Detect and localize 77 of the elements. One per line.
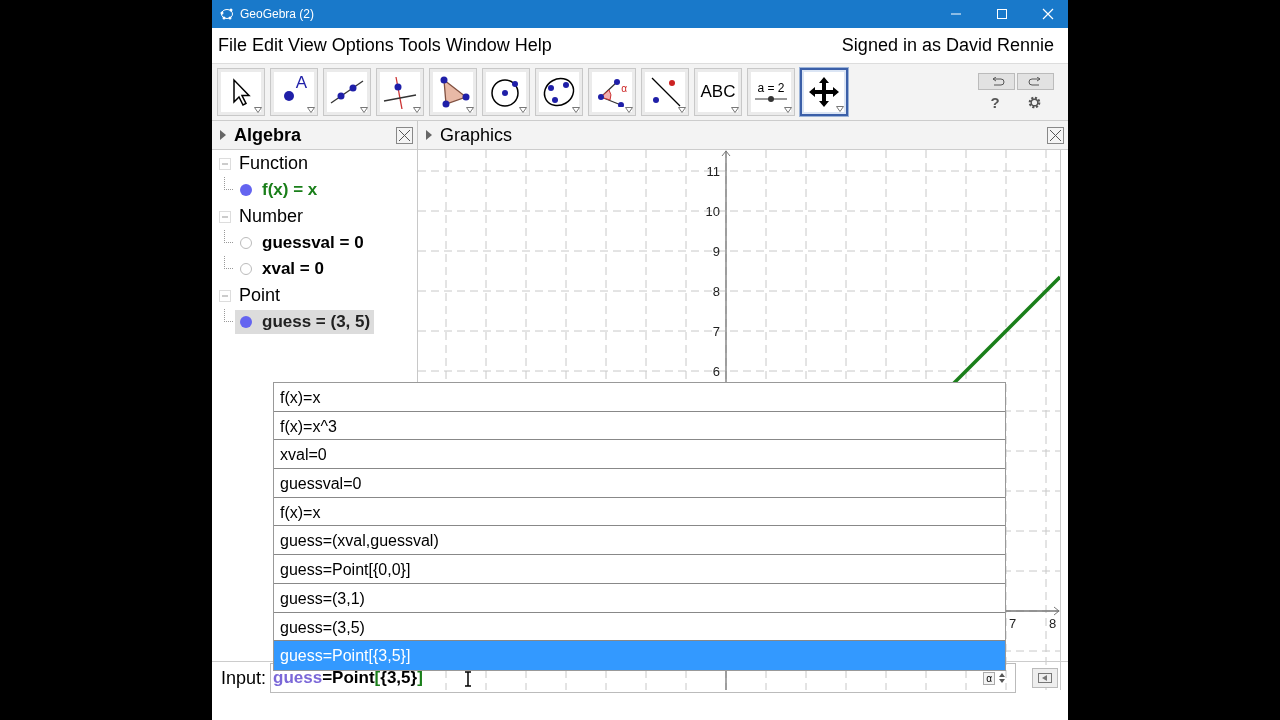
algebra-item[interactable]: guess = (3, 5) <box>235 309 375 334</box>
axis-label: 8 <box>712 284 720 299</box>
menu-item[interactable]: File <box>218 35 247 56</box>
close-icon[interactable] <box>396 126 413 144</box>
history-item[interactable]: xval=0 <box>274 440 1005 470</box>
tool-button[interactable]: a = 2 <box>747 68 795 116</box>
algebra-item[interactable]: f(x) = x <box>235 177 322 202</box>
maximize-icon[interactable] <box>996 8 1008 20</box>
dropdown-arrow-icon <box>307 107 315 113</box>
history-item[interactable]: guess=Point[{0,0}] <box>274 555 1005 584</box>
redo-button[interactable] <box>1017 73 1054 90</box>
axis-label: 7 <box>712 324 720 339</box>
history-item[interactable]: f(x)=x <box>274 497 1005 527</box>
axis-label: 7 <box>1009 616 1017 631</box>
dropdown-arrow-icon <box>413 107 421 113</box>
axis-label: 6 <box>712 364 720 379</box>
dropdown-arrow-icon <box>466 107 474 113</box>
visibility-dot[interactable] <box>239 182 253 197</box>
symbol-button[interactable]: α <box>983 671 995 685</box>
dropdown-arrow-icon <box>519 107 527 113</box>
menu-item[interactable]: Help <box>514 35 552 56</box>
help-button[interactable]: ? <box>990 94 1000 111</box>
dropdown-arrow-icon <box>678 107 686 113</box>
tool-button[interactable]: A <box>270 68 318 116</box>
undo-button[interactable] <box>978 73 1015 90</box>
menu-item[interactable]: Options <box>331 35 394 56</box>
keyboard-button[interactable] <box>1032 668 1058 688</box>
menu-item[interactable]: Edit <box>252 35 284 56</box>
dropdown-arrow-icon <box>254 107 262 113</box>
history-item[interactable]: f(x)=x^3 <box>274 411 1005 441</box>
dropdown-arrow-icon <box>625 107 633 113</box>
category-label: Point <box>239 285 281 306</box>
keyboard-icon <box>1038 673 1052 683</box>
dropdown-arrow-icon <box>360 107 368 113</box>
history-item[interactable]: f(x)=x <box>274 383 1005 412</box>
close-icon[interactable] <box>1047 126 1064 144</box>
panel-title: Graphics <box>440 124 513 146</box>
category-label: Number <box>239 206 304 227</box>
settings-icon[interactable] <box>1026 95 1042 110</box>
history-item[interactable]: guessval=0 <box>274 469 1005 498</box>
axis-label: 11 <box>706 164 720 179</box>
tool-button[interactable] <box>800 68 848 116</box>
perpendicular-line-icon <box>382 75 418 109</box>
visibility-dot[interactable] <box>239 235 253 250</box>
tool-button[interactable]: ABC <box>694 68 742 116</box>
input-label: Input: <box>221 667 267 689</box>
menu-item[interactable]: Window <box>445 35 510 56</box>
history-item[interactable]: guess=(xval,guessval) <box>274 526 1005 556</box>
category-label: Function <box>239 153 309 174</box>
spinner-icon <box>999 673 1005 683</box>
dropdown-arrow-icon <box>572 107 580 113</box>
dropdown-arrow-icon <box>731 107 739 113</box>
angle-icon <box>597 77 627 107</box>
visibility-dot[interactable] <box>239 261 253 276</box>
window-title: GeoGebra (2) <box>240 7 315 21</box>
text-cursor-icon <box>464 671 472 687</box>
ellipse-icon <box>541 75 577 109</box>
axis-label: 9 <box>712 244 720 259</box>
signed-in-label: Signed in as David Rennie <box>841 35 1054 56</box>
menu-item[interactable]: View <box>288 35 327 56</box>
panel-title: Algebra <box>234 124 302 146</box>
algebra-item[interactable]: guessval = 0 <box>235 230 368 255</box>
axis-label: 10 <box>705 204 720 219</box>
dropdown-arrow-icon <box>836 106 844 112</box>
menu-item[interactable]: Tools <box>398 35 441 56</box>
point-icon <box>282 89 296 103</box>
expand-icon[interactable] <box>220 130 226 140</box>
axis-label: 8 <box>1049 616 1057 631</box>
four-arrows-icon <box>807 75 841 109</box>
visibility-dot[interactable] <box>239 314 253 329</box>
tool-button[interactable]: α <box>588 68 636 116</box>
dropdown-arrow-icon <box>784 107 792 113</box>
history-item[interactable]: guess=(3,1) <box>274 583 1005 613</box>
algebra-item[interactable]: xval = 0 <box>235 256 328 281</box>
app-icon <box>220 7 234 21</box>
expand-icon[interactable] <box>426 130 432 140</box>
slider-icon <box>754 95 788 103</box>
